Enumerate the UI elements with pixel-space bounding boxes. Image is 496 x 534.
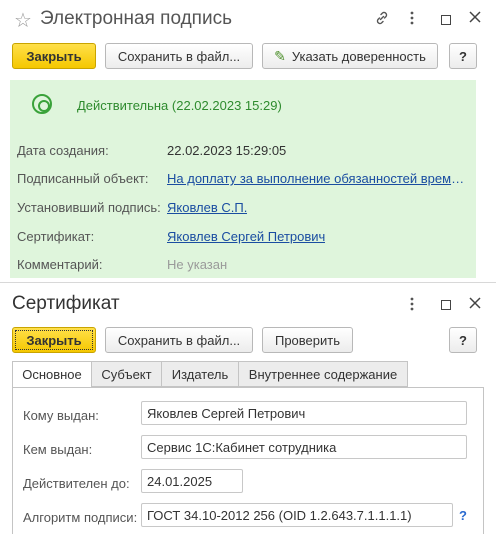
signature-status: Действительна (22.02.2023 15:29) [77,98,282,113]
more-vertical-icon[interactable] [403,10,421,29]
certificate-label: Сертификат: [17,229,95,244]
set-proxy-button[interactable]: ✎ Указать доверенность [262,43,438,69]
signer-label: Установивший подпись: [17,200,161,215]
link-icon[interactable] [373,10,391,29]
set-proxy-label: Указать доверенность [291,48,426,64]
signature-status-panel: Действительна (22.02.2023 15:29) Дата со… [10,80,476,278]
certificate-window: Сертификат Закрыть Сохранить в файл... П… [0,282,496,534]
save-to-file-button[interactable]: Сохранить в файл... [105,327,253,353]
verify-button[interactable]: Проверить [262,327,353,353]
signed-object-label: Подписанный объект: [17,171,149,186]
tab-internal-content[interactable]: Внутреннее содержание [238,361,408,387]
comment-value: Не указан [167,257,228,272]
signature-algorithm-field[interactable]: ГОСТ 34.10-2012 256 (OID 1.2.643.7.1.1.1… [141,503,453,527]
signature-window-titlebar: ☆ Электронная подпись [0,0,496,40]
signed-object-link[interactable]: На доплату за выполнение обязанностей вр… [167,171,467,186]
window-title: Электронная подпись [40,8,232,29]
issued-to-field[interactable]: Яковлев Сергей Петрович [141,401,467,425]
certificate-link[interactable]: Яковлев Сергей Петрович [167,229,325,244]
maximize-icon[interactable] [441,300,451,310]
comment-label: Комментарий: [17,257,103,272]
certificate-window-titlebar: Сертификат [0,283,496,323]
maximize-icon[interactable] [441,15,451,25]
pencil-icon: ✎ [274,47,286,64]
signer-link[interactable]: Яковлев С.П. [167,200,247,215]
signature-window: ☆ Электронная подпись Закрыть Сохранить … [0,0,496,282]
close-button[interactable]: Закрыть [12,43,96,69]
signature-algorithm-label: Алгоритм подписи: [23,510,138,525]
valid-until-field[interactable]: 24.01.2025 [141,469,243,493]
valid-signature-icon [32,94,52,114]
creation-date-label: Дата создания: [17,143,109,158]
tab-subject[interactable]: Субъект [91,361,162,387]
close-icon[interactable] [466,296,484,312]
issued-by-field[interactable]: Сервис 1С:Кабинет сотрудника [141,435,467,459]
algorithm-help-icon[interactable]: ? [459,508,467,523]
save-to-file-button[interactable]: Сохранить в файл... [105,43,253,69]
close-button[interactable]: Закрыть [12,327,96,353]
close-icon[interactable] [466,10,484,26]
star-icon[interactable]: ☆ [14,8,32,33]
issued-to-label: Кому выдан: [23,408,99,423]
tab-main[interactable]: Основное [12,361,92,388]
tab-issuer[interactable]: Издатель [161,361,239,387]
help-button[interactable]: ? [449,327,477,353]
more-vertical-icon[interactable] [403,296,421,315]
window-title: Сертификат [12,293,120,314]
help-button[interactable]: ? [449,43,477,69]
valid-until-label: Действителен до: [23,476,130,491]
issued-by-label: Кем выдан: [23,442,93,457]
tab-main-panel: Кому выдан: Яковлев Сергей Петрович Кем … [12,387,484,534]
creation-date-value: 22.02.2023 15:29:05 [167,143,287,158]
